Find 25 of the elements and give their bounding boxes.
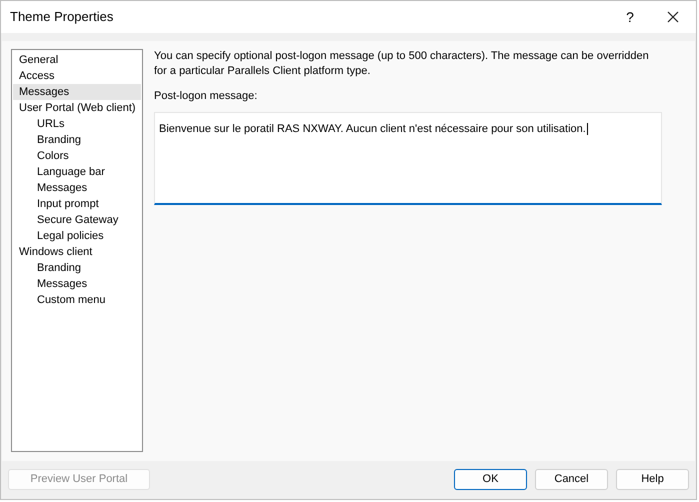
- tree-item[interactable]: Colors: [13, 148, 141, 164]
- tree-item[interactable]: Messages: [13, 276, 141, 292]
- tree-item[interactable]: Branding: [13, 132, 141, 148]
- dialog-button[interactable]: OK: [454, 469, 527, 490]
- tree-item[interactable]: Secure Gateway: [13, 212, 141, 228]
- tree-item[interactable]: Access: [13, 68, 141, 84]
- tree-item[interactable]: Messages: [13, 180, 141, 196]
- window-title: Theme Properties: [10, 8, 114, 26]
- tree-item[interactable]: Windows client: [13, 244, 141, 260]
- message-field[interactable]: Bienvenue sur le poratil RAS NXWAY. Aucun client n'est nécessaire pour son utilisation.: [154, 112, 662, 204]
- tree-item[interactable]: Messages: [13, 84, 141, 100]
- tree-item[interactable]: Custom menu: [13, 292, 141, 308]
- close-icon: [667, 11, 679, 23]
- tree-item[interactable]: User Portal (Web client): [13, 100, 141, 116]
- dialog-button[interactable]: Cancel: [535, 469, 608, 490]
- tree-item[interactable]: Legal policies: [13, 228, 141, 244]
- field-label: Post-logon message:: [154, 89, 258, 104]
- tree-item[interactable]: General: [13, 52, 141, 68]
- description-text: You can specify optional post-logon message (up to 500 characters). The message can be overridden for a particular Parallels Client platform type.: [154, 49, 650, 79]
- tree-item[interactable]: URLs: [13, 116, 141, 132]
- dialog-button[interactable]: Help: [616, 469, 689, 490]
- tree-item[interactable]: Branding: [13, 260, 141, 276]
- tree-item[interactable]: Language bar: [13, 164, 141, 180]
- tree-item[interactable]: Input prompt: [13, 196, 141, 212]
- help-button[interactable]: ?: [610, 1, 650, 33]
